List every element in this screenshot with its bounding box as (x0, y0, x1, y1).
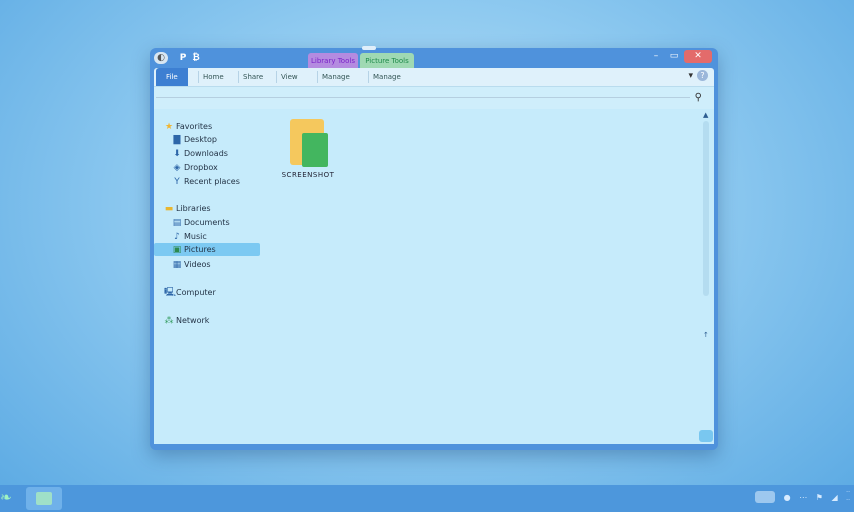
folder-front (302, 133, 328, 167)
taskbar: ❧ ● ⋯ ⚑ ◢ ·· ·· (0, 485, 854, 512)
recent-places-icon: Y (174, 177, 180, 187)
nav-label: Recent places (184, 177, 240, 186)
clock[interactable]: ·· ·· (846, 489, 850, 505)
tab-file[interactable]: File (156, 68, 188, 86)
title-grip (362, 46, 376, 50)
pictures-icon: ▣ (172, 245, 182, 255)
nav-label: Favorites (176, 122, 213, 131)
scroll-up-icon[interactable]: ▲ (703, 111, 708, 119)
nav-computer[interactable]: 🖳Computer (164, 286, 216, 299)
dropbox-icon: ◈ (173, 163, 181, 173)
maximize-button[interactable]: ▭ (668, 50, 680, 63)
navigation-pane: ★ Favorites ▇ Desktop ⬇ Downloads ◈ Dropbox … (154, 109, 262, 444)
nav-item-dropbox[interactable]: ◈ Dropbox (172, 161, 218, 174)
tab-home[interactable]: Home (198, 71, 228, 83)
nav-item-videos[interactable]: ▦ Videos (172, 258, 211, 271)
ribbon: File Home Share View Manage Manage ▾? (154, 68, 714, 86)
folder-item[interactable]: SCREENSHOT (278, 117, 338, 179)
folder-label: SCREENSHOT (281, 171, 335, 179)
nav-label: Pictures (184, 245, 216, 254)
nav-item-recent-places[interactable]: Y Recent places (172, 175, 240, 188)
nav-favorites[interactable]: ★ Favorites (164, 120, 212, 133)
tab-view[interactable]: View (276, 71, 302, 83)
system-menu-icon[interactable]: ◐ (154, 52, 168, 64)
desktop: ◐ P ₿ Library Tools Picture Tools – ▭ ✕ … (0, 0, 854, 512)
nav-item-documents[interactable]: ▤ Documents (172, 216, 230, 229)
libraries-icon: ▬ (164, 204, 174, 214)
nav-label: Desktop (184, 135, 217, 144)
documents-icon: ▤ (172, 218, 182, 228)
address-field[interactable] (156, 97, 690, 98)
contextual-tab-library-tools[interactable]: Library Tools (308, 53, 358, 69)
system-tray: ● ⋯ ⚑ ◢ ·· ·· (749, 489, 850, 509)
help-icon[interactable]: ? (697, 70, 708, 81)
nav-label: Computer (176, 288, 216, 297)
search-icon[interactable]: ⚲ (695, 92, 702, 103)
network-icon: ⁂ (164, 316, 174, 326)
title-bar[interactable]: ◐ P ₿ Library Tools Picture Tools – ▭ ✕ (150, 46, 718, 69)
nav-label: Downloads (184, 149, 228, 158)
explorer-content: ★ Favorites ▇ Desktop ⬇ Downloads ◈ Dropbox … (154, 109, 714, 444)
network-tray-icon[interactable]: ⋯ (799, 493, 807, 502)
nav-label: Music (184, 232, 207, 241)
resize-grip[interactable] (699, 430, 713, 442)
file-explorer-window: ◐ P ₿ Library Tools Picture Tools – ▭ ✕ … (150, 46, 718, 450)
videos-icon: ▦ (172, 260, 182, 270)
nav-label: Documents (184, 218, 230, 227)
taskbar-file-explorer[interactable] (26, 487, 62, 510)
nav-label: Dropbox (184, 163, 218, 172)
volume-icon[interactable]: ◢ (831, 493, 837, 502)
scroll-down-icon[interactable]: ↑ (703, 331, 709, 339)
nav-label: Libraries (176, 204, 211, 213)
desktop-icon: ▇ (173, 135, 181, 145)
properties-icon[interactable]: P (177, 52, 189, 64)
file-list: SCREENSHOT (262, 109, 700, 444)
nav-item-music[interactable]: ♪ Music (172, 230, 207, 243)
new-folder-icon[interactable]: ₿ (190, 52, 202, 64)
vertical-scrollbar[interactable]: ▲ ↑ (702, 109, 712, 444)
start-icon[interactable]: ❧ (0, 488, 12, 508)
close-button[interactable]: ✕ (684, 50, 712, 63)
nav-network[interactable]: ⁂ Network (164, 314, 210, 327)
downloads-icon: ⬇ (173, 149, 181, 159)
expand-ribbon-icon[interactable]: ▾ (688, 71, 693, 81)
nav-item-desktop[interactable]: ▇ Desktop (172, 133, 217, 146)
nav-item-downloads[interactable]: ⬇ Downloads (172, 147, 228, 160)
tab-manage-library[interactable]: Manage (317, 71, 354, 83)
nav-item-pictures[interactable]: ▣ Pictures (154, 243, 260, 256)
tab-share[interactable]: Share (238, 71, 267, 83)
folder-icon (36, 492, 52, 505)
nav-label: Videos (184, 260, 211, 269)
computer-icon: 🖳 (164, 288, 177, 298)
address-bar[interactable]: ⚲ (154, 86, 714, 110)
keyboard-icon[interactable] (755, 491, 776, 503)
action-center-icon[interactable]: ⚑ (816, 493, 823, 502)
folder-icon (288, 117, 328, 167)
dot-icon: ● (783, 492, 791, 502)
nav-libraries[interactable]: ▬ Libraries (164, 202, 211, 215)
minimize-button[interactable]: – (650, 50, 662, 63)
tab-manage-picture[interactable]: Manage (368, 71, 405, 83)
ribbon-controls: ▾? (688, 70, 708, 81)
contextual-tab-picture-tools[interactable]: Picture Tools (360, 53, 414, 69)
nav-label: Network (176, 316, 210, 325)
scroll-thumb[interactable] (703, 121, 709, 296)
